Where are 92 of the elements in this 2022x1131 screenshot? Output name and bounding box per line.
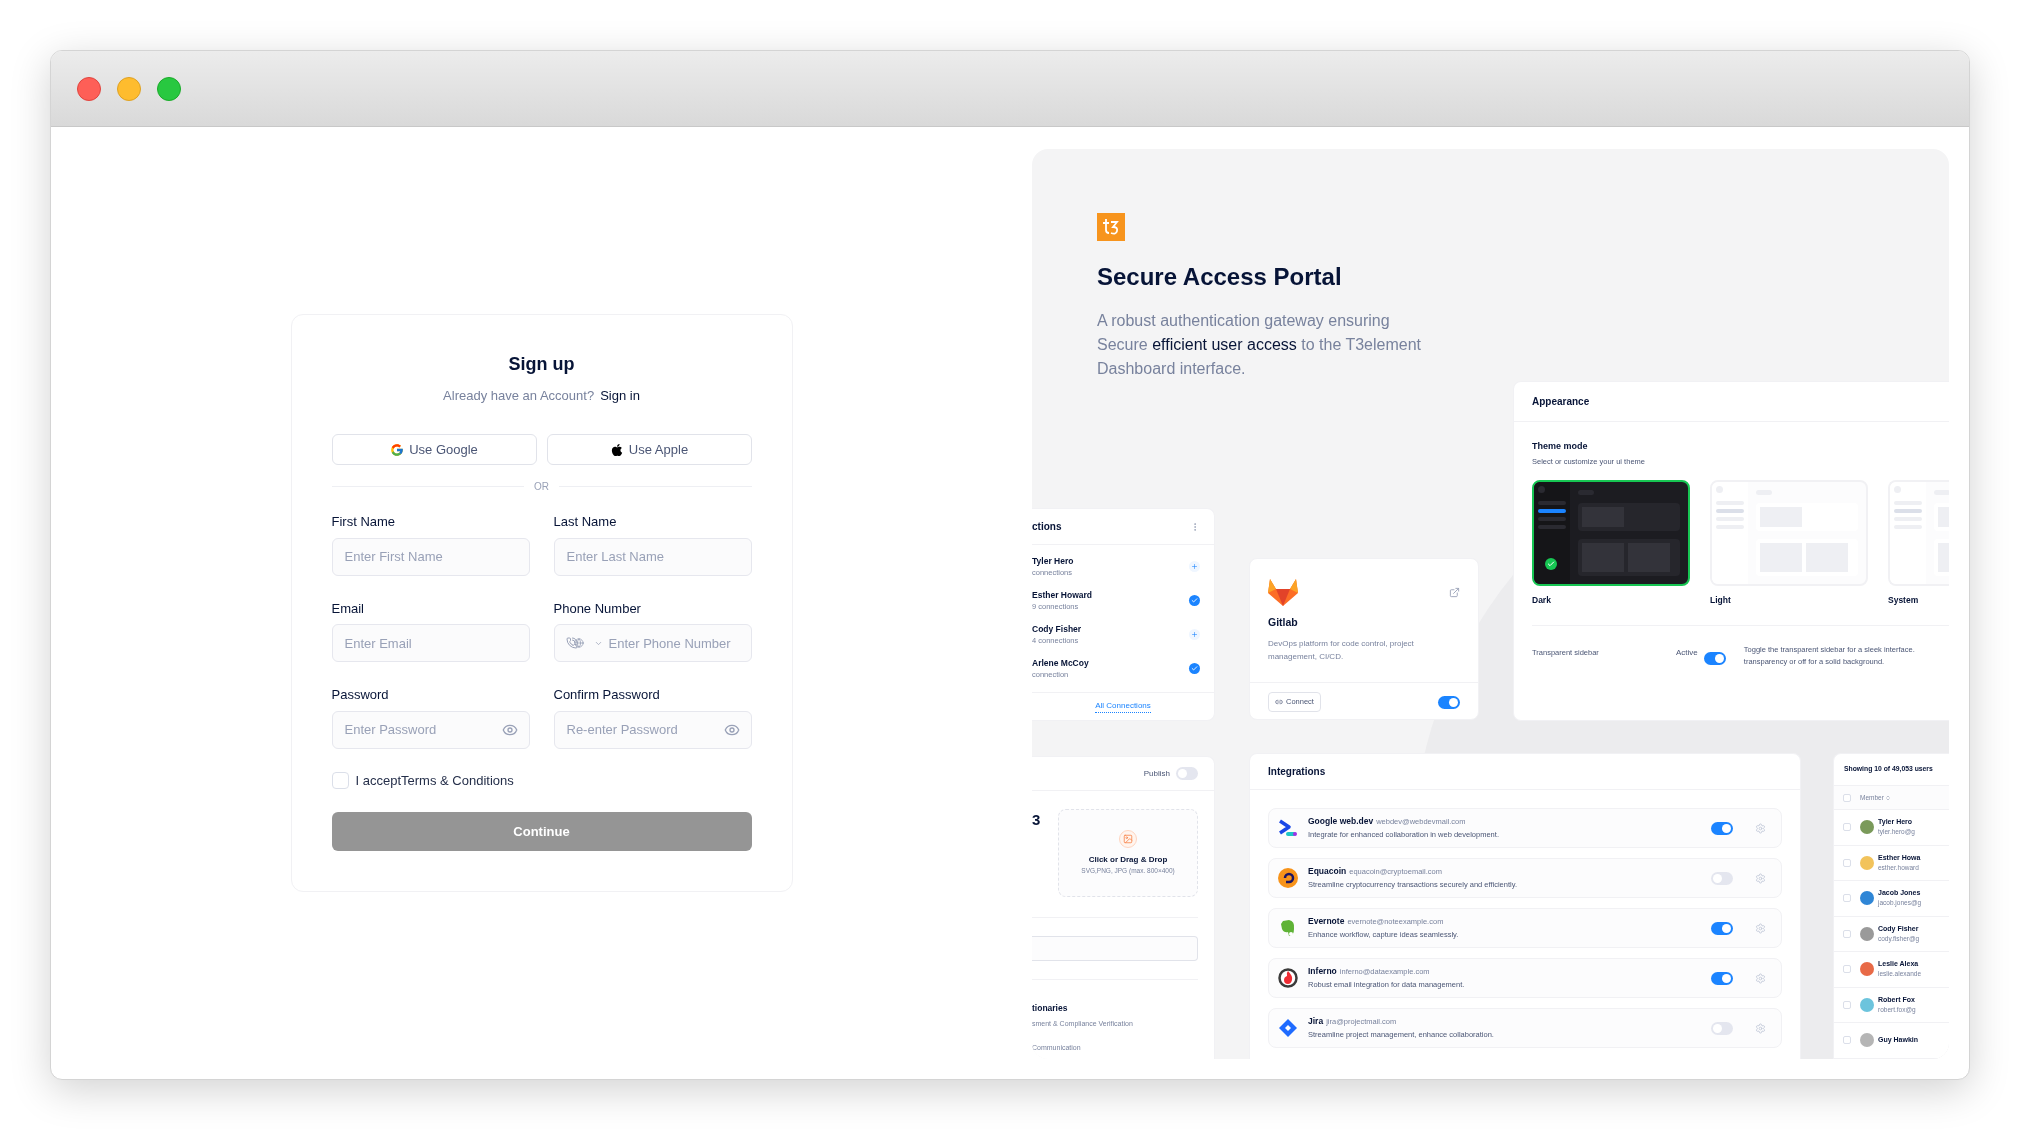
- input-field[interactable]: [1032, 936, 1198, 961]
- terms-label: I acceptTerms & Conditions: [355, 771, 514, 790]
- settings-icon[interactable]: [1755, 1022, 1766, 1034]
- toggle-switch[interactable]: [1711, 1021, 1733, 1035]
- coin-logo-icon: [1278, 868, 1298, 888]
- signin-link[interactable]: Sign in: [600, 385, 640, 406]
- toggle-switch[interactable]: [1711, 821, 1733, 835]
- phone-globe-icon: [565, 636, 584, 651]
- add-button[interactable]: [1189, 629, 1200, 640]
- apple-icon: [609, 442, 624, 457]
- input-field[interactable]: Enter Last Name: [553, 537, 752, 576]
- form-title: Sign up: [507, 352, 576, 376]
- portal-title: Secure Access Portal: [1097, 262, 1343, 292]
- plus-icon: [1191, 631, 1198, 638]
- logo-icon: [1097, 213, 1125, 241]
- external-link-icon[interactable]: [1449, 587, 1460, 598]
- toggle-switch[interactable]: [1703, 651, 1726, 665]
- checkbox[interactable]: [1843, 929, 1851, 938]
- person-name: Arlene McCoy: [1032, 656, 1089, 669]
- social-login-button[interactable]: Use Google: [331, 434, 537, 466]
- sort-icon: [1884, 794, 1891, 801]
- checkbox[interactable]: [1843, 894, 1851, 903]
- all-connections-link[interactable]: All Connections: [1095, 700, 1151, 713]
- status-label: Active: [1676, 646, 1698, 659]
- check-button[interactable]: [1189, 663, 1200, 674]
- field-label: Last Name: [553, 513, 618, 532]
- checkbox[interactable]: [1843, 965, 1851, 974]
- link-icon: [1275, 698, 1283, 706]
- integration-name: Equacoin: [1308, 865, 1347, 878]
- settings-icon[interactable]: [1755, 872, 1766, 884]
- field-label: Phone Number: [553, 599, 642, 618]
- integration-name: Inferno: [1308, 965, 1337, 978]
- image-icon: [1119, 830, 1137, 849]
- value-text: 3: [1032, 810, 1042, 830]
- close-button[interactable]: [77, 76, 101, 101]
- password-field[interactable]: Enter Password: [331, 710, 530, 749]
- upload-title: Click or Drag & Drop: [1088, 854, 1168, 867]
- minimize-button[interactable]: [117, 76, 141, 101]
- social-login-button[interactable]: Use Apple: [546, 434, 752, 466]
- card-title: Appearance: [1532, 395, 1590, 409]
- field-label: Confirm Password: [553, 686, 661, 705]
- toggle-switch[interactable]: [1438, 695, 1460, 709]
- input-field[interactable]: Enter First Name: [331, 537, 530, 576]
- maximize-button[interactable]: [157, 76, 181, 101]
- portal-description: A robust authentication gateway ensuring Secure efficient user access to the T3element Dashboard interface.: [1097, 311, 1423, 379]
- person-name: Cody Fisher: [1032, 622, 1082, 635]
- card-title: ctions: [1032, 520, 1062, 534]
- toggle-switch[interactable]: [1711, 921, 1733, 935]
- check-button[interactable]: [1189, 595, 1200, 606]
- integration-name: Google web.dev: [1308, 815, 1374, 828]
- checkbox[interactable]: [1843, 858, 1851, 867]
- person-name: Tyler Hero: [1032, 554, 1074, 567]
- integration-name: Gitlab: [1268, 615, 1299, 630]
- diamond-logo-icon: [1278, 1018, 1298, 1038]
- person-name: Esther Howard: [1032, 588, 1092, 601]
- prompt-logo-icon: [1278, 818, 1298, 838]
- plus-icon: [1191, 563, 1198, 570]
- toggle-switch[interactable]: [1711, 871, 1733, 885]
- settings-icon[interactable]: [1755, 822, 1766, 834]
- checkbox[interactable]: [1843, 1036, 1851, 1045]
- toggle-switch[interactable]: [1176, 767, 1198, 780]
- field-label: First Name: [331, 513, 397, 532]
- signin-prompt: Already have an Account?: [443, 386, 595, 405]
- integration-name: Jira: [1308, 1015, 1324, 1028]
- settings-icon[interactable]: [1755, 972, 1766, 984]
- section-title: Theme mode: [1532, 440, 1589, 453]
- toggle-switch[interactable]: [1711, 971, 1733, 985]
- item-title: tionaries: [1032, 1002, 1069, 1015]
- field-label: Password: [331, 686, 390, 705]
- integration-name: Evernote: [1308, 915, 1345, 928]
- theme-label: System: [1888, 593, 1920, 607]
- integration-description: DevOps platform for code control, project management, CI/CD.: [1268, 637, 1415, 663]
- checkbox[interactable]: [1843, 823, 1851, 832]
- google-icon: [390, 442, 405, 457]
- flame-logo-icon: [1278, 968, 1298, 988]
- theme-label: Dark: [1532, 593, 1552, 607]
- check-icon: [1191, 665, 1198, 672]
- field-label: Email: [331, 599, 365, 618]
- checkbox[interactable]: [331, 772, 349, 789]
- check-icon: [1191, 597, 1198, 604]
- card-title: Integrations: [1268, 765, 1326, 779]
- settings-icon[interactable]: [1755, 922, 1766, 934]
- password-field[interactable]: Re-enter Password: [553, 710, 752, 749]
- add-button[interactable]: [1189, 561, 1200, 572]
- divider-label: OR: [534, 480, 549, 495]
- phone-field[interactable]: Enter Phone Number: [553, 624, 752, 663]
- publish-label: Publish: [1143, 767, 1170, 780]
- checkbox[interactable]: [1843, 793, 1851, 802]
- input-field[interactable]: Enter Email: [331, 624, 530, 663]
- checkbox[interactable]: [1843, 1000, 1851, 1009]
- theme-label: Light: [1710, 593, 1732, 607]
- fox-logo-icon: [1268, 577, 1298, 607]
